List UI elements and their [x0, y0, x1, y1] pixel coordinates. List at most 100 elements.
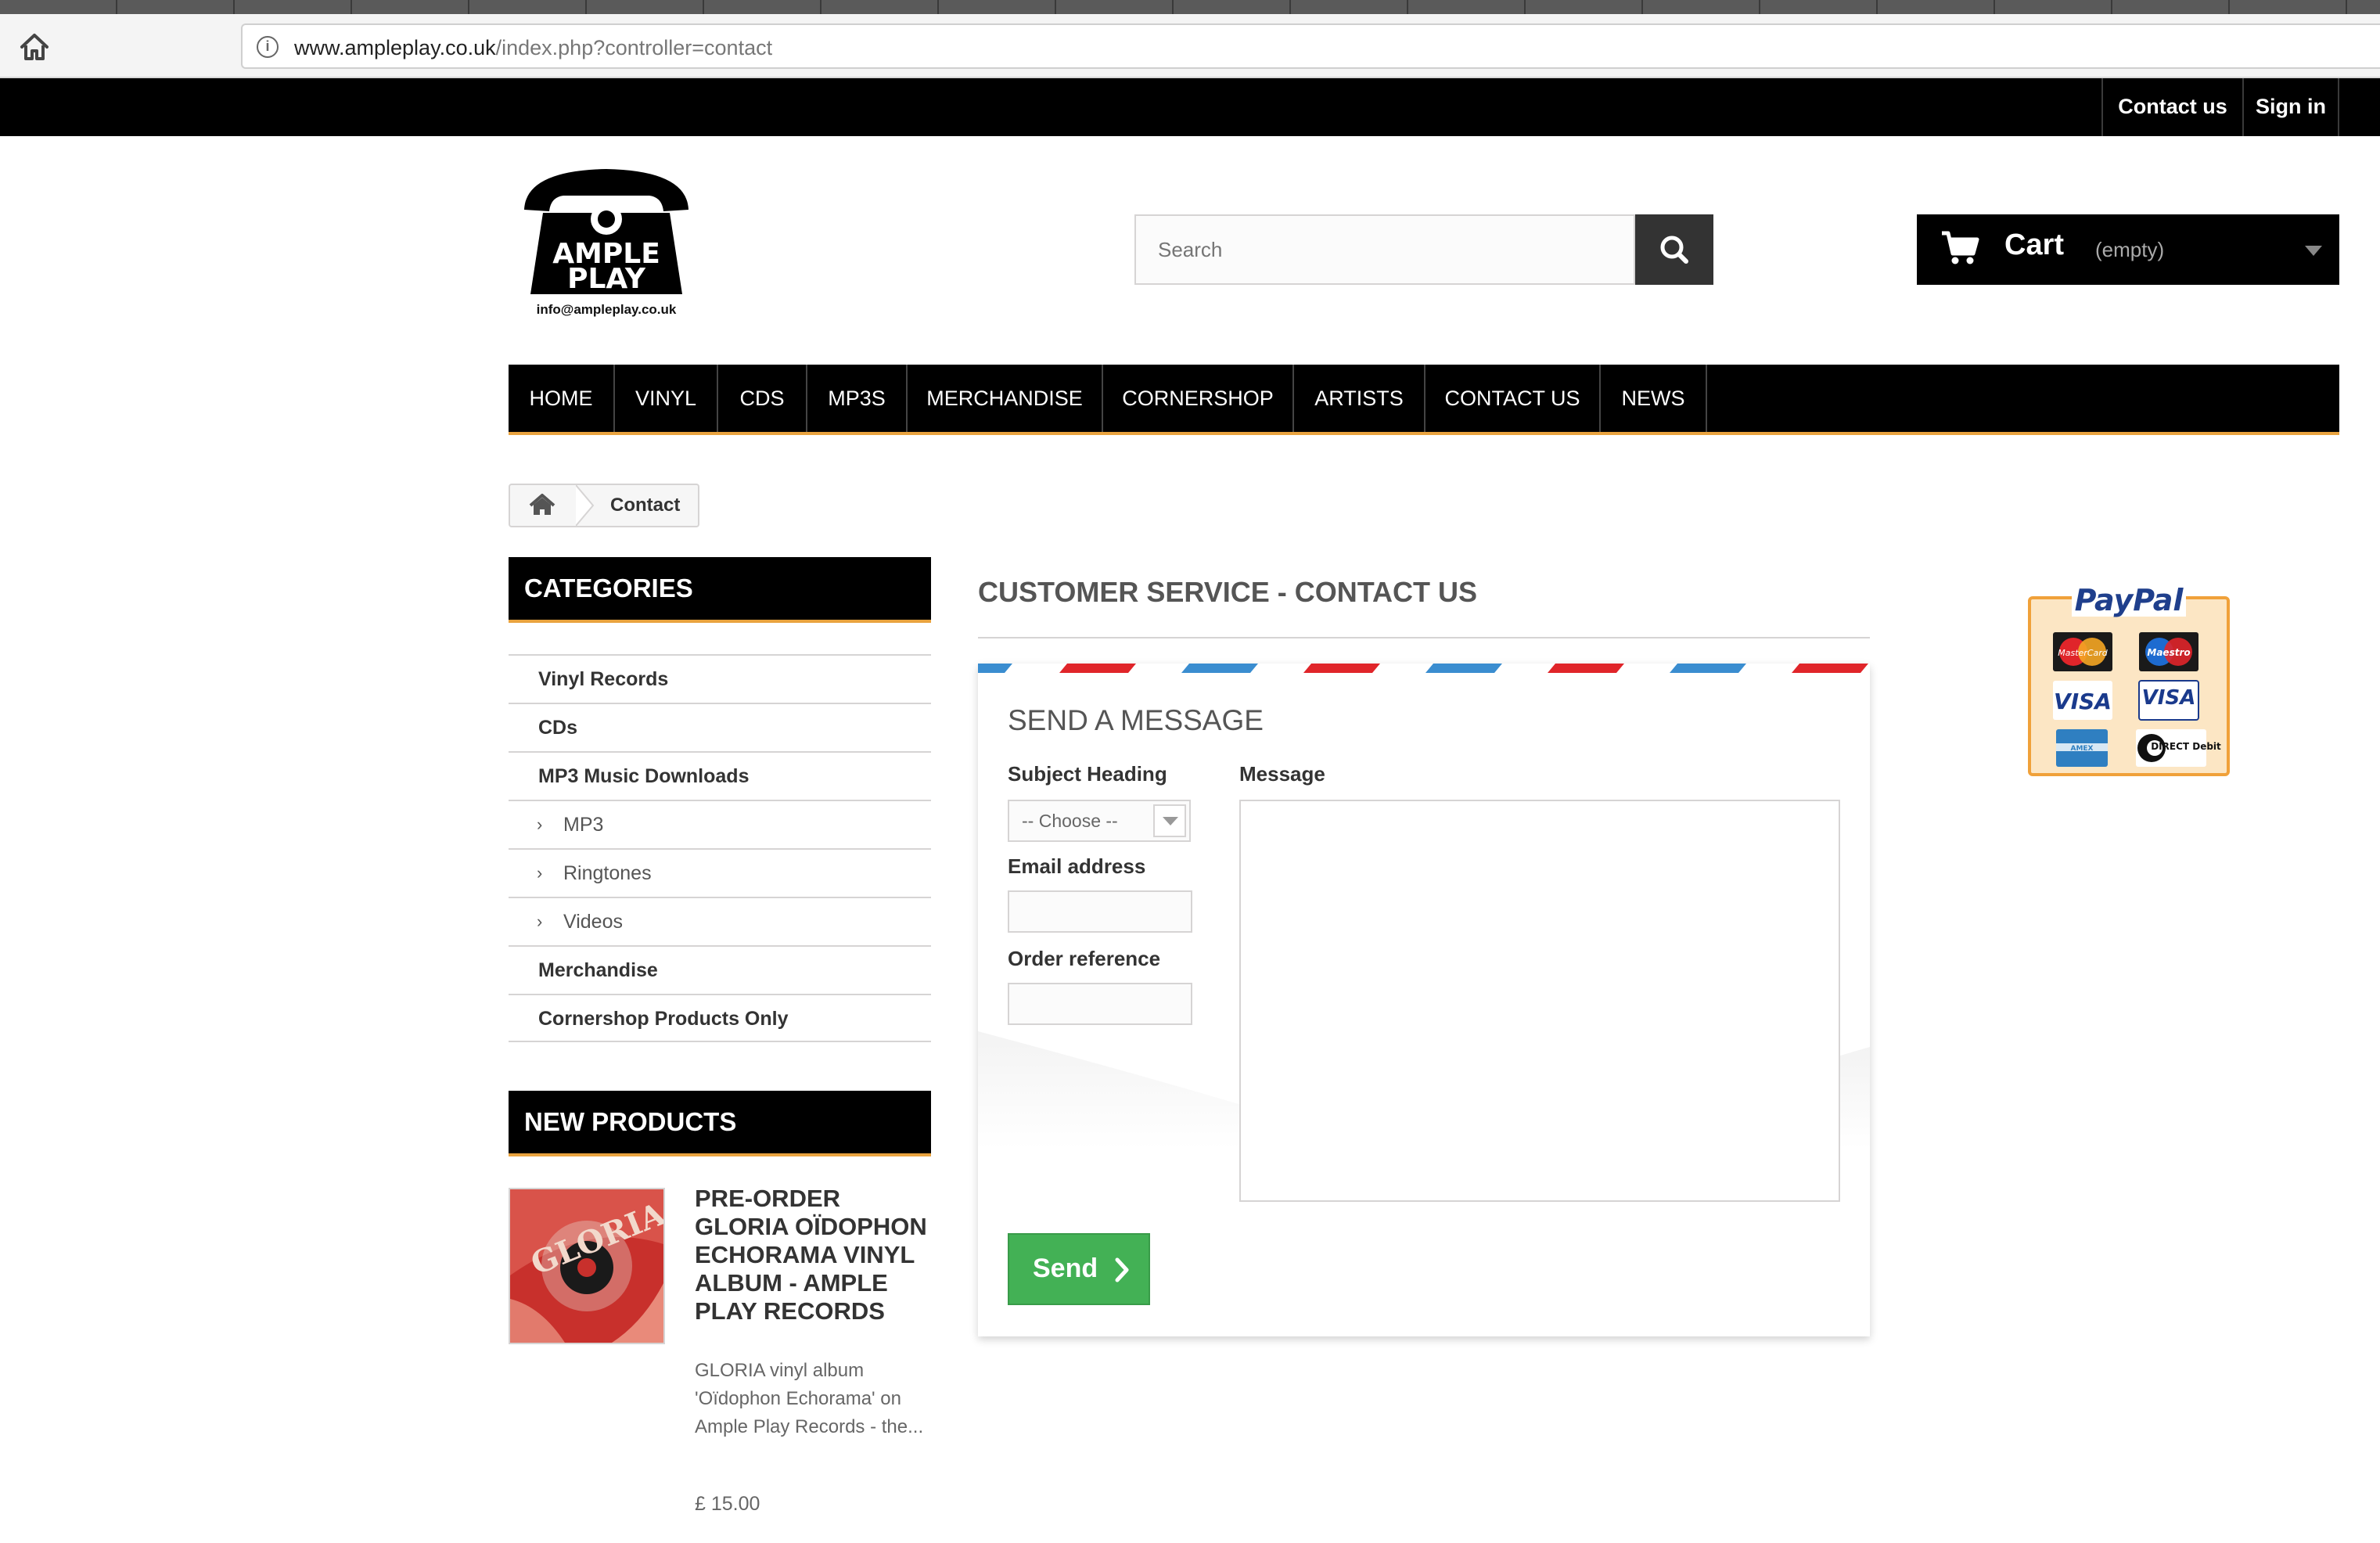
- browser-tab[interactable]: [1291, 0, 1408, 14]
- visa-icon: VISA: [2053, 681, 2112, 720]
- home-icon[interactable]: [17, 30, 52, 64]
- top-contact-link[interactable]: Contact us: [2101, 78, 2242, 136]
- url-field[interactable]: i www.ampleplay.co.uk/index.php?controll…: [241, 23, 2380, 69]
- browser-tab[interactable]: [1408, 0, 1526, 14]
- home-icon[interactable]: [510, 485, 574, 526]
- category-label: MP3: [563, 814, 604, 836]
- category-label: Merchandise: [538, 959, 658, 981]
- mastercard-label: MasterCard: [2058, 648, 2109, 658]
- search-input[interactable]: [1134, 214, 1635, 285]
- categories-list: Vinyl Records CDs MP3 Music Downloads › M…: [509, 654, 931, 1042]
- search-button[interactable]: [1635, 214, 1713, 285]
- paypal-payment-badge[interactable]: PayPal MasterCard Maestro VISA VISA AMEX…: [2028, 571, 2230, 776]
- top-bar: Contact us Sign in: [0, 78, 2380, 136]
- subject-heading-select[interactable]: -- Choose --: [1008, 800, 1191, 842]
- cart-button[interactable]: Cart (empty): [1917, 214, 2339, 285]
- visa-label: VISA: [2054, 689, 2112, 714]
- shopping-cart-icon: [1940, 230, 1979, 266]
- send-label: Send: [1033, 1253, 1098, 1283]
- category-item-ringtones[interactable]: › Ringtones: [509, 848, 931, 897]
- browser-tab[interactable]: [1526, 0, 1643, 14]
- browser-tab[interactable]: [2112, 0, 2230, 14]
- browser-tab[interactable]: [587, 0, 704, 14]
- maestro-label: Maestro: [2147, 647, 2190, 658]
- breadcrumb-separator: [575, 484, 596, 527]
- product-price: £ 15.00: [695, 1493, 760, 1515]
- paypal-logo-text: PayPal: [2075, 583, 2184, 617]
- email-field[interactable]: [1008, 890, 1192, 933]
- menu-item-news[interactable]: NEWS: [1601, 365, 1707, 432]
- browser-tab[interactable]: [1056, 0, 1174, 14]
- subject-heading-label: Subject Heading: [1008, 762, 1167, 786]
- chevron-right-icon: ›: [537, 912, 543, 931]
- logo-email: info@ampleplay.co.uk: [536, 302, 677, 317]
- browser-tab[interactable]: [1760, 0, 1878, 14]
- browser-tab[interactable]: [352, 0, 469, 14]
- chevron-down-icon[interactable]: [1153, 804, 1186, 837]
- browser-tab[interactable]: [1878, 0, 1995, 14]
- mastercard-icon: MasterCard: [2053, 632, 2112, 671]
- chevron-right-icon: ›: [537, 863, 543, 883]
- category-item-mp3[interactable]: › MP3: [509, 800, 931, 848]
- order-reference-label: Order reference: [1008, 947, 1161, 970]
- subject-select-value: -- Choose --: [1022, 811, 1118, 831]
- menu-item-vinyl[interactable]: VINYL: [615, 365, 718, 432]
- browser-tab[interactable]: [821, 0, 939, 14]
- browser-tab[interactable]: [1643, 0, 1760, 14]
- telephone-logo-icon: AMPLE PLAY: [524, 169, 688, 295]
- menu-item-cds[interactable]: CDS: [718, 365, 807, 432]
- browser-tab[interactable]: [2230, 0, 2347, 14]
- menu-item-home[interactable]: HOME: [509, 365, 615, 432]
- message-textarea[interactable]: [1239, 800, 1840, 1202]
- top-signin-link[interactable]: Sign in: [2242, 78, 2339, 136]
- category-label: Vinyl Records: [538, 668, 669, 690]
- send-button[interactable]: Send: [1008, 1233, 1150, 1305]
- chevron-down-icon: [2305, 246, 2322, 256]
- category-label: Cornershop Products Only: [538, 1008, 789, 1030]
- menu-item-artists[interactable]: ARTISTS: [1294, 365, 1425, 432]
- product-title[interactable]: PRE-ORDER GLORIA OÏDOPHON ECHORAMA VINYL…: [695, 1185, 939, 1325]
- browser-tab[interactable]: [1174, 0, 1291, 14]
- category-item-merchandise[interactable]: Merchandise: [509, 945, 931, 994]
- message-label: Message: [1239, 762, 1325, 786]
- info-icon[interactable]: i: [257, 36, 279, 58]
- browser-tab[interactable]: [235, 0, 352, 14]
- menu-item-contact-us[interactable]: CONTACT US: [1425, 365, 1601, 432]
- browser-address-bar: i www.ampleplay.co.uk/index.php?controll…: [0, 14, 2380, 78]
- categories-title: CATEGORIES: [509, 557, 931, 623]
- product-description: GLORIA vinyl album 'Oïdophon Echorama' o…: [695, 1360, 924, 1437]
- url-host: www.ampleplay.co.uk: [294, 36, 496, 59]
- amex-icon: AMEX: [2056, 729, 2108, 767]
- menu-item-merchandise[interactable]: MERCHANDISE: [908, 365, 1103, 432]
- browser-tab-strip: [0, 0, 2380, 14]
- menu-item-mp3s[interactable]: MP3S: [807, 365, 908, 432]
- category-label: Ringtones: [563, 862, 652, 884]
- breadcrumb: Contact: [509, 484, 699, 527]
- browser-tab[interactable]: [469, 0, 587, 14]
- category-item-cornershop[interactable]: Cornershop Products Only: [509, 994, 931, 1042]
- category-item-mp3-downloads[interactable]: MP3 Music Downloads: [509, 751, 931, 800]
- category-item-cds[interactable]: CDs: [509, 703, 931, 751]
- site-logo[interactable]: AMPLE PLAY info@ampleplay.co.uk: [516, 163, 696, 327]
- menu-item-cornershop[interactable]: CORNERSHOP: [1103, 365, 1294, 432]
- airmail-stripe: [978, 664, 1868, 673]
- breadcrumb-current: Contact: [610, 495, 681, 516]
- browser-tab[interactable]: [704, 0, 821, 14]
- category-item-videos[interactable]: › Videos: [509, 897, 931, 945]
- url-path: /index.php?controller=contact: [495, 36, 773, 59]
- chevron-right-icon: ›: [537, 815, 543, 834]
- maestro-icon: Maestro: [2139, 632, 2198, 671]
- category-item-vinyl-records[interactable]: Vinyl Records: [509, 654, 931, 703]
- product-image[interactable]: GLORIA: [509, 1188, 665, 1344]
- chevron-right-icon: [1115, 1257, 1129, 1282]
- form-heading: SEND A MESSAGE: [1008, 704, 1264, 736]
- category-label: MP3 Music Downloads: [538, 765, 750, 787]
- url-text: www.ampleplay.co.uk/index.php?controller…: [294, 36, 772, 60]
- browser-tab[interactable]: [939, 0, 1056, 14]
- browser-tab[interactable]: [1995, 0, 2112, 14]
- amex-label: AMEX: [2070, 745, 2093, 753]
- order-reference-field[interactable]: [1008, 983, 1192, 1025]
- browser-tab[interactable]: [0, 0, 117, 14]
- new-products-title: NEW PRODUCTS: [509, 1091, 931, 1156]
- browser-tab[interactable]: [117, 0, 235, 14]
